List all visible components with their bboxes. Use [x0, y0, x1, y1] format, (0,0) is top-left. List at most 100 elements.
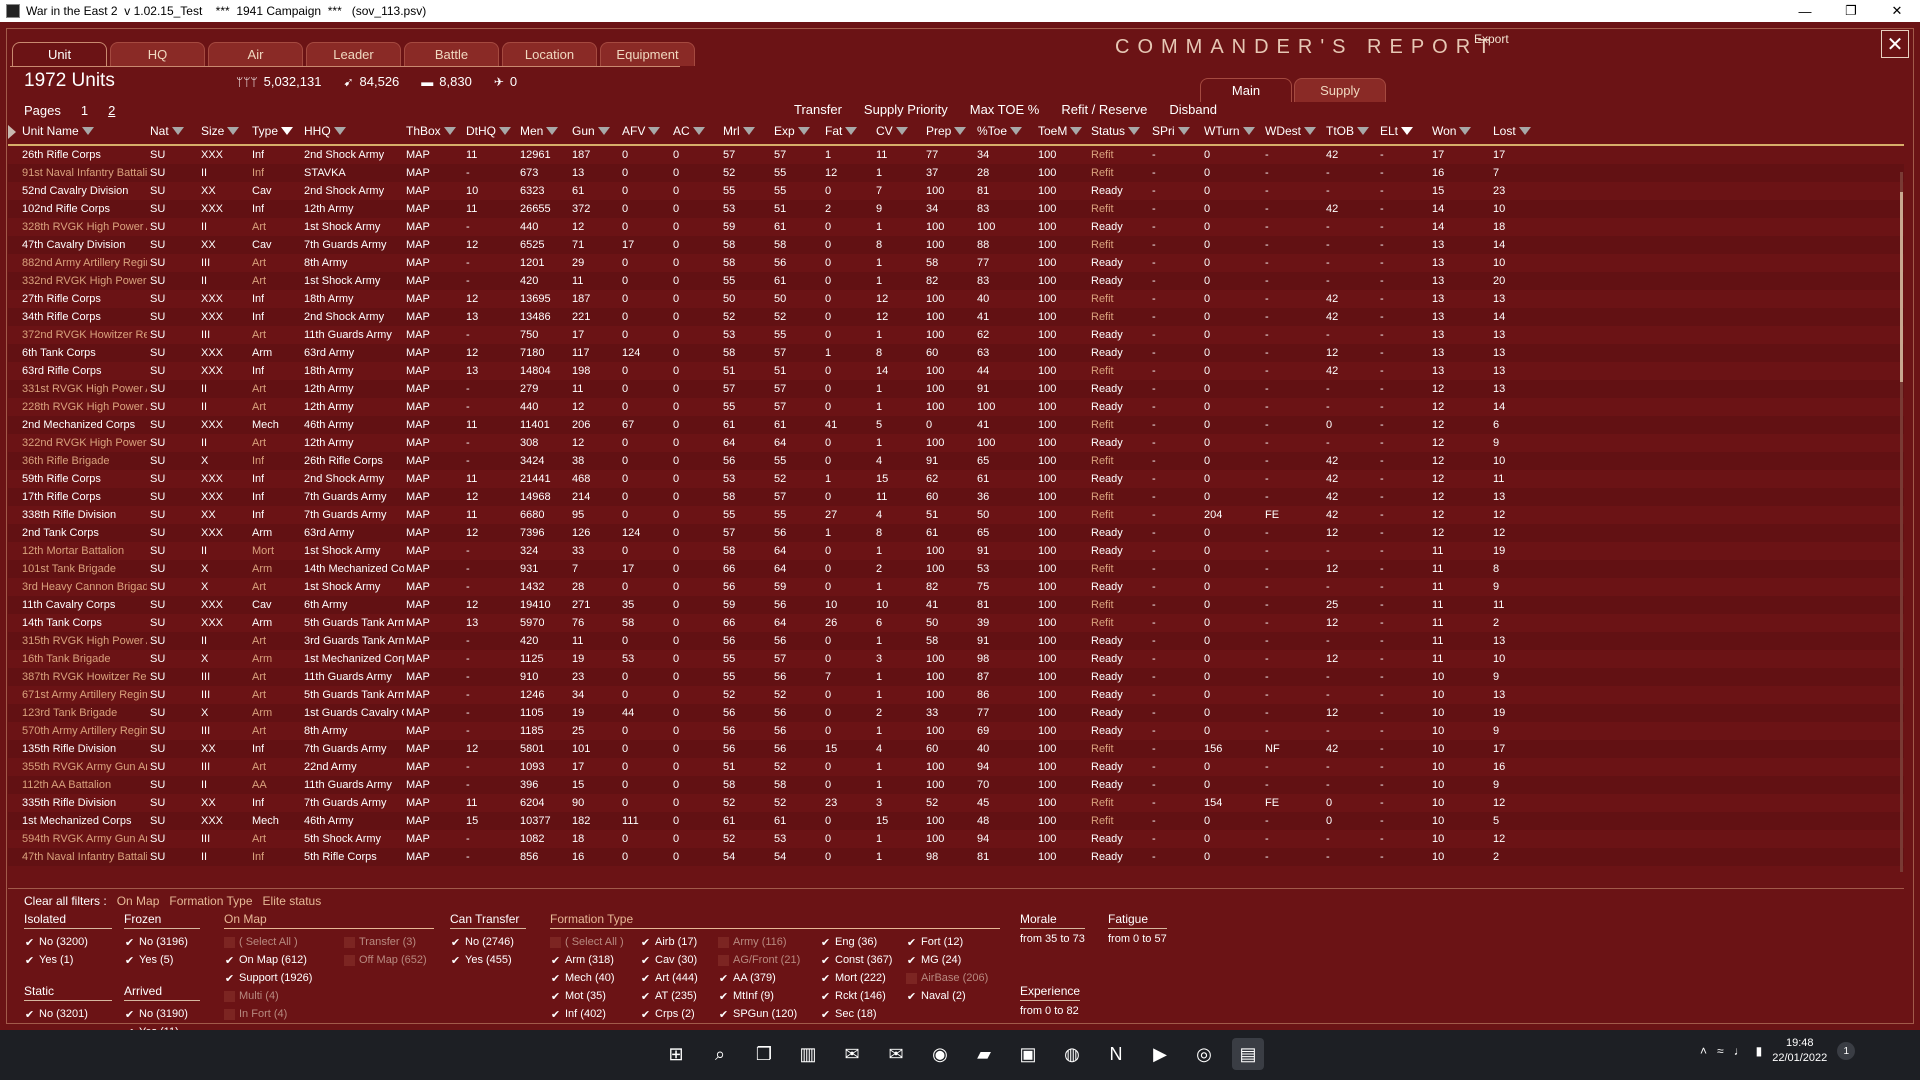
- filter-icon[interactable]: [227, 127, 240, 135]
- table-row[interactable]: 2nd Mechanized Corps SU XXX Mech 46th Army MA…: [8, 416, 1904, 434]
- table-row[interactable]: 328th RVGK High Power ArtillSU II Art 1st S…: [8, 218, 1904, 236]
- filter-icon[interactable]: [499, 127, 511, 135]
- filter-option[interactable]: ✔ Const (367): [820, 951, 893, 969]
- checkmark-icon[interactable]: ✔: [550, 955, 561, 967]
- filter-icon[interactable]: [742, 127, 755, 135]
- cell-unit-name[interactable]: 882nd Army Artillery Regime: [22, 257, 147, 269]
- cell-unit-name[interactable]: 387th RVGK Howitzer Regime: [22, 671, 147, 683]
- filter-option[interactable]: AirBase (206): [906, 969, 988, 987]
- wite2-icon[interactable]: ▤: [1232, 1038, 1264, 1070]
- filter-option[interactable]: ( Select All ): [224, 933, 312, 951]
- filter-option[interactable]: ✔ Support (1926): [224, 969, 313, 987]
- table-row[interactable]: 102nd Rifle Corps SU XXX Inf 12th Army MAP 11 2…: [8, 200, 1904, 218]
- cell-unit-name[interactable]: 332nd RVGK High Power Artil: [22, 275, 147, 287]
- filter-option[interactable]: ✔ MtInf (9): [718, 987, 800, 1005]
- column-header-nat[interactable]: Nat: [150, 124, 184, 138]
- unchecked-box-icon[interactable]: [550, 936, 561, 948]
- cell-hhq[interactable]: 7th Guards Army: [304, 797, 404, 809]
- table-row[interactable]: 315th RVGK High Power ArtillSU II Art 3rd G…: [8, 632, 1904, 650]
- filter-option[interactable]: ✔ No (3200): [24, 933, 88, 951]
- tab-battle[interactable]: Battle: [404, 42, 499, 66]
- cell-hhq[interactable]: 26th Rifle Corps: [304, 455, 404, 467]
- cell-hhq[interactable]: 22nd Army: [304, 761, 404, 773]
- cell-unit-name[interactable]: 17th Rifle Corps: [22, 491, 147, 503]
- tab-hq[interactable]: HQ: [110, 42, 205, 66]
- checkmark-icon[interactable]: ✔: [640, 1009, 651, 1021]
- checkmark-icon[interactable]: ✔: [640, 991, 651, 1003]
- range-value[interactable]: from 0 to 57: [1108, 933, 1167, 945]
- cell-unit-name[interactable]: 27th Rifle Corps: [22, 293, 147, 305]
- cell-hhq[interactable]: 6th Army: [304, 599, 404, 611]
- filter-icon[interactable]: [333, 127, 346, 135]
- filter-option[interactable]: Multi (4): [224, 987, 312, 1005]
- table-row[interactable]: 372nd RVGK Howitzer RegimSU III Art 11th Gu…: [8, 326, 1904, 344]
- cell-unit-name[interactable]: 322nd RVGK High Power Artil: [22, 437, 147, 449]
- cell-hhq[interactable]: 5th Rifle Corps: [304, 851, 404, 863]
- table-row[interactable]: 331st RVGK High Power ArtillSU II Art 12th …: [8, 380, 1904, 398]
- cell-hhq[interactable]: 8th Army: [304, 725, 404, 737]
- table-row[interactable]: 3rd Heavy Cannon Brigade SU X Art 1st Shock …: [8, 578, 1904, 596]
- filter-icon[interactable]: [546, 127, 559, 135]
- filter-icon[interactable]: [443, 127, 456, 135]
- tab-main[interactable]: Main: [1200, 78, 1292, 102]
- chrome-icon[interactable]: ◎: [1188, 1038, 1220, 1070]
- filter-option[interactable]: ✔ Yes (455): [450, 951, 514, 969]
- filter-option[interactable]: ✔ AA (379): [718, 969, 800, 987]
- tab-unit[interactable]: Unit: [12, 42, 107, 66]
- column-header-lost[interactable]: Lost: [1493, 124, 1531, 138]
- column-header-cv[interactable]: CV: [876, 124, 908, 138]
- checkmark-icon[interactable]: ✔: [224, 955, 235, 967]
- cell-unit-name[interactable]: 47th Naval Infantry Battalion: [22, 851, 147, 863]
- file-explorer-icon[interactable]: ▰: [968, 1038, 1000, 1070]
- column-header-ttob[interactable]: TtOB: [1326, 124, 1370, 138]
- tab-air[interactable]: Air: [208, 42, 303, 66]
- cell-unit-name[interactable]: 34th Rifle Corps: [22, 311, 147, 323]
- task-view-icon[interactable]: ❐: [748, 1038, 780, 1070]
- table-row[interactable]: 112th AA Battalion SU II AA 11th Guards Army…: [8, 776, 1904, 794]
- cell-hhq[interactable]: STAVKA: [304, 167, 404, 179]
- cell-unit-name[interactable]: 26th Rifle Corps: [22, 149, 147, 161]
- filter-option[interactable]: AG/Front (21): [718, 951, 800, 969]
- cell-unit-name[interactable]: 594th RVGK Army Gun Artiller: [22, 833, 147, 845]
- cell-unit-name[interactable]: 328th RVGK High Power Artill: [22, 221, 147, 233]
- table-row[interactable]: 47th Naval Infantry Battalion SU II Inf 5th …: [8, 848, 1904, 866]
- cell-hhq[interactable]: 18th Army: [304, 365, 404, 377]
- checkmark-icon[interactable]: ✔: [820, 991, 831, 1003]
- cell-unit-name[interactable]: 331st RVGK High Power Artill: [22, 383, 147, 395]
- page-2-link[interactable]: 2: [108, 103, 115, 118]
- cell-unit-name[interactable]: 570th Army Artillery Regimen: [22, 725, 147, 737]
- active-filter-on-map[interactable]: On Map: [117, 894, 160, 908]
- start-icon[interactable]: ⊞: [660, 1038, 692, 1070]
- widgets-icon[interactable]: ▥: [792, 1038, 824, 1070]
- column-header-status[interactable]: Status: [1091, 124, 1141, 138]
- cell-unit-name[interactable]: 47th Cavalry Division: [22, 239, 147, 251]
- cell-unit-name[interactable]: 315th RVGK High Power Artill: [22, 635, 147, 647]
- filter-option[interactable]: ✔ SPGun (120): [718, 1005, 800, 1023]
- table-row[interactable]: 671st Army Artillery RegimenSU III Art 5th …: [8, 686, 1904, 704]
- unchecked-box-icon[interactable]: [906, 972, 917, 984]
- filter-option[interactable]: ✔ Mech (40): [550, 969, 624, 987]
- checkmark-icon[interactable]: ✔: [550, 1009, 561, 1021]
- table-row[interactable]: 63rd Rifle Corps SU XXX Inf 18th Army MAP 13 14…: [8, 362, 1904, 380]
- filter-icon[interactable]: [1242, 127, 1255, 135]
- column-header-elt[interactable]: ELt: [1380, 124, 1414, 138]
- table-row[interactable]: 26th Rifle Corps SU XXX Inf 2nd Shock Army MA…: [8, 146, 1904, 164]
- unchecked-box-icon[interactable]: [224, 990, 235, 1002]
- checkmark-icon[interactable]: ✔: [820, 1009, 831, 1021]
- notification-badge[interactable]: 1: [1837, 1042, 1856, 1060]
- unchecked-box-icon[interactable]: [224, 1008, 235, 1020]
- cell-unit-name[interactable]: 112th AA Battalion: [22, 779, 147, 791]
- cell-unit-name[interactable]: 3rd Heavy Cannon Brigade: [22, 581, 147, 593]
- unchecked-box-icon[interactable]: [344, 936, 355, 948]
- filter-option[interactable]: ✔ Yes (1): [24, 951, 88, 969]
- column-header-hhq[interactable]: HHQ: [304, 124, 346, 138]
- filter-option[interactable]: ✔ No (3201): [24, 1005, 88, 1023]
- cell-hhq[interactable]: 46th Army: [304, 815, 404, 827]
- checkmark-icon[interactable]: ✔: [24, 955, 35, 967]
- checkmark-icon[interactable]: ✔: [450, 937, 461, 949]
- column-header-fat[interactable]: Fat: [825, 124, 858, 138]
- cell-unit-name[interactable]: 63rd Rifle Corps: [22, 365, 147, 377]
- cell-hhq[interactable]: 3rd Guards Tank Army: [304, 635, 404, 647]
- cell-hhq[interactable]: 1st Shock Army: [304, 275, 404, 287]
- checkmark-icon[interactable]: ✔: [124, 937, 135, 949]
